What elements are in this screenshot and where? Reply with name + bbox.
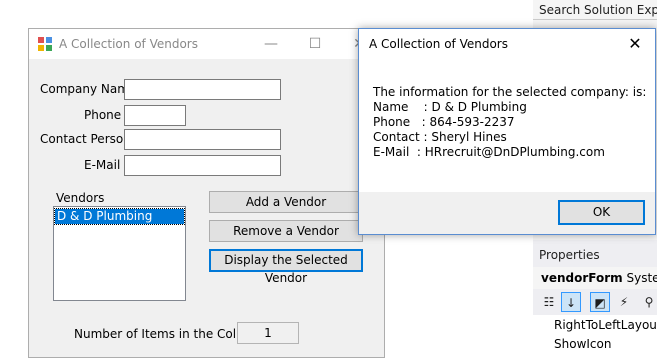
- phone-field[interactable]: [124, 105, 186, 126]
- properties-icon[interactable]: ◩: [590, 292, 610, 312]
- property-row[interactable]: ShowIcon: [554, 335, 611, 353]
- message-box-title: A Collection of Vendors: [369, 37, 508, 51]
- object-type: System.: [626, 271, 657, 285]
- remove-vendor-button[interactable]: Remove a Vendor: [209, 220, 363, 242]
- vendor-form-window: A Collection of Vendors — ☐ ✕ Company Na…: [28, 28, 385, 358]
- message-line: Name : D & D Plumbing: [373, 100, 527, 114]
- message-line: Contact : Sheryl Hines: [373, 130, 507, 144]
- maximize-icon[interactable]: ☐: [293, 29, 337, 59]
- close-icon[interactable]: ✕: [615, 29, 655, 59]
- search-icon[interactable]: ⚲: [639, 292, 657, 312]
- email-label: E-Mail: [84, 158, 121, 172]
- contact-person-label: Contact Person: [40, 132, 131, 146]
- vendors-listbox[interactable]: D & D Plumbing: [53, 206, 186, 301]
- vendors-label: Vendors: [56, 191, 105, 205]
- properties-object-selector[interactable]: vendorForm System.: [533, 267, 657, 289]
- app-icon: [38, 37, 52, 51]
- list-item[interactable]: D & D Plumbing: [54, 208, 185, 225]
- solution-explorer-search[interactable]: Search Solution Explor: [533, 0, 657, 20]
- form-title: A Collection of Vendors: [59, 37, 198, 51]
- message-line: The information for the selected company…: [373, 85, 647, 99]
- phone-label: Phone: [84, 108, 122, 122]
- add-vendor-button[interactable]: Add a Vendor: [209, 191, 363, 213]
- message-text: The information for the selected company…: [373, 85, 646, 160]
- company-name-label: Company Name: [40, 82, 137, 96]
- display-vendor-button[interactable]: Display the Selected Vendor: [209, 249, 363, 285]
- message-box: A Collection of Vendors ✕ The informatio…: [358, 28, 656, 235]
- count-value: 1: [237, 322, 299, 344]
- minimize-icon[interactable]: —: [249, 29, 293, 59]
- property-row[interactable]: RightToLeftLayout: [554, 316, 657, 334]
- object-name: vendorForm: [541, 271, 623, 285]
- email-field[interactable]: [124, 155, 281, 176]
- message-line: Phone : 864-593-2237: [373, 115, 515, 129]
- categorized-icon[interactable]: ☷: [539, 292, 559, 312]
- alphabetical-icon[interactable]: ↓: [561, 292, 581, 312]
- message-line: E-Mail : HRrecruit@DnDPlumbing.com: [373, 145, 605, 159]
- form-title-bar[interactable]: A Collection of Vendors — ☐ ✕: [29, 29, 384, 59]
- properties-toolbar: ☷ ↓ ◩ ⚡ ⚲: [533, 289, 657, 315]
- properties-grid: RightToLeftLayout ShowIcon: [533, 315, 657, 355]
- ok-button[interactable]: OK: [558, 200, 645, 225]
- message-box-footer: OK: [359, 192, 655, 234]
- properties-header: Properties: [533, 243, 657, 267]
- events-icon[interactable]: ⚡: [614, 292, 634, 312]
- contact-person-field[interactable]: [124, 129, 281, 150]
- company-name-field[interactable]: [124, 79, 281, 100]
